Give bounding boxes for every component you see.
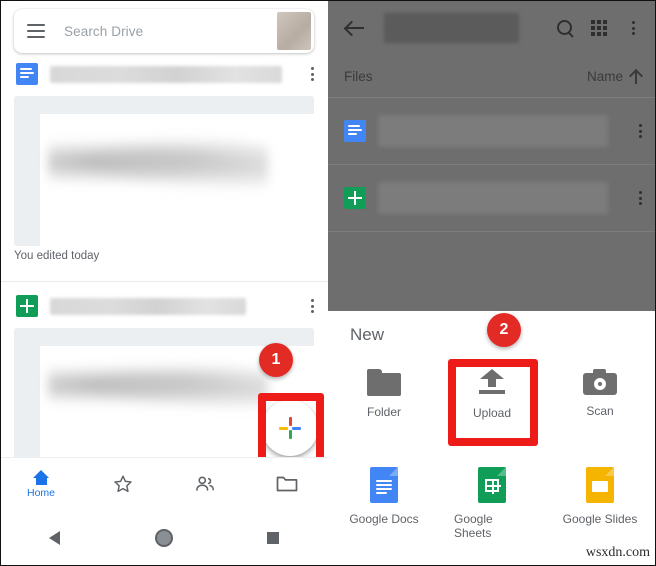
new-item-label: Folder [366, 405, 401, 419]
more-options-icon[interactable] [311, 299, 314, 313]
screenshot-root: Search Drive You edited today 1 Home Fil… [0, 0, 656, 566]
arrow-up-icon [628, 68, 644, 84]
file-row-docs[interactable] [0, 56, 328, 92]
top-app-bar [328, 0, 656, 56]
bottom-navigation: Home [0, 457, 328, 510]
edited-status-label: You edited today [14, 250, 100, 262]
new-item-label: Scan [586, 404, 614, 418]
shared-people-icon [196, 476, 214, 491]
google-sheets-icon [478, 467, 506, 503]
left-phone-screen: Search Drive You edited today 1 Home [0, 0, 329, 566]
thumbnail-blurred-text [48, 362, 268, 408]
new-item-label: Google Sheets [454, 512, 493, 540]
search-bar[interactable]: Search Drive [14, 9, 314, 53]
new-item-folder[interactable]: Folder [346, 369, 422, 419]
system-navigation-bar [0, 510, 328, 566]
new-item-scan[interactable]: Scan [562, 369, 638, 418]
folder-icon [276, 476, 298, 492]
grid-view-icon[interactable] [582, 11, 616, 45]
more-options-icon[interactable] [639, 124, 642, 138]
file-name-redacted [50, 297, 246, 315]
file-row-sheets[interactable] [0, 288, 328, 324]
camera-scan-icon [583, 369, 617, 395]
sort-control[interactable]: Name [586, 68, 644, 84]
star-icon [114, 475, 132, 493]
right-phone-screen: Files Name New Folder Upload Scan Google… [328, 0, 656, 566]
divider [0, 281, 328, 282]
more-options-icon[interactable] [616, 11, 650, 45]
google-slides-icon [586, 467, 614, 503]
new-item-google-slides[interactable]: Google Slides [562, 467, 638, 526]
nav-item-files[interactable] [246, 474, 328, 494]
folder-icon [367, 369, 401, 396]
nav-item-label: Home [26, 486, 55, 499]
highlight-box-fab [258, 393, 324, 467]
nav-item-home[interactable]: Home [0, 469, 82, 499]
files-sort-header: Files Name [328, 56, 656, 96]
google-docs-icon [344, 120, 366, 142]
sheet-title: New [350, 325, 385, 344]
google-docs-icon [16, 63, 38, 85]
new-item-google-docs[interactable]: Google Docs [346, 467, 422, 526]
screen-title-redacted [384, 13, 519, 43]
nav-item-shared[interactable] [164, 473, 246, 495]
sort-label: Name [586, 68, 623, 84]
search-icon[interactable] [548, 11, 582, 45]
file-row-docs[interactable] [328, 98, 656, 164]
recents-square-icon[interactable] [219, 532, 328, 544]
more-options-icon[interactable] [639, 191, 642, 205]
step-badge-1: 1 [259, 343, 293, 377]
file-name-redacted [378, 182, 608, 214]
more-options-icon[interactable] [311, 67, 314, 81]
highlight-box-upload [448, 359, 538, 446]
file-name-redacted [50, 65, 282, 83]
files-label: Files [344, 68, 373, 84]
home-circle-icon[interactable] [109, 529, 218, 547]
search-input[interactable]: Search Drive [58, 24, 277, 39]
back-arrow-icon[interactable] [338, 11, 372, 45]
watermark: wsxdn.com [581, 544, 654, 562]
file-thumbnail-docs[interactable] [14, 96, 314, 246]
home-icon [32, 469, 50, 485]
google-sheets-icon [344, 187, 366, 209]
new-item-label: Google Slides [562, 512, 638, 526]
file-name-redacted [378, 115, 608, 147]
hamburger-icon[interactable] [14, 9, 58, 53]
account-avatar[interactable] [277, 12, 311, 50]
dimmed-scrim[interactable]: Files Name [328, 0, 656, 311]
thumbnail-blurred-text [48, 136, 268, 188]
back-triangle-icon[interactable] [0, 531, 109, 545]
nav-item-starred[interactable] [82, 473, 164, 495]
step-badge-2: 2 [487, 313, 521, 347]
google-docs-icon [370, 467, 398, 503]
file-row-sheets[interactable] [328, 165, 656, 231]
new-item-google-sheets[interactable]: Google Sheets [454, 467, 530, 540]
google-sheets-icon [16, 295, 38, 317]
new-item-label: Google Docs [349, 512, 419, 526]
